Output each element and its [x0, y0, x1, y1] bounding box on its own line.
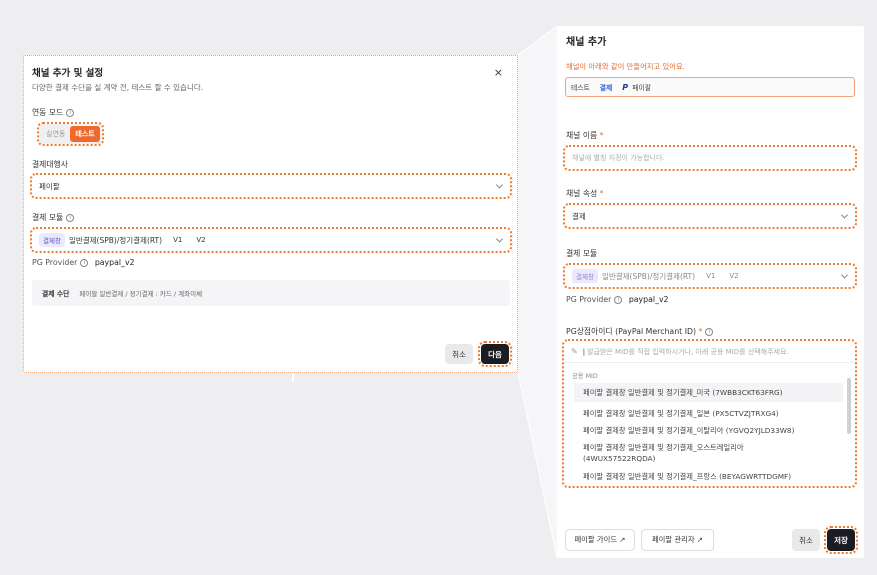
pg-provider: PG Provider i paypal_v2: [32, 258, 135, 267]
link-mode-toggle[interactable]: 실연동 테스트: [37, 122, 104, 146]
pencil-icon: ✎: [571, 347, 578, 356]
pg-provider: PG Provider i paypal_v2: [566, 295, 669, 304]
modal-subtitle: 다양한 결제 수단을 실 계약 전, 테스트 할 수 있습니다.: [32, 83, 204, 92]
channel-setup-modal: 채널 추가 및 설정 × 다양한 결제 수단을 실 계약 전, 테스트 할 수 …: [23, 55, 518, 373]
list-item[interactable]: 페이팔 결제창 일반결제 및 정기결제_프랑스 (BEYAGWRTTDGMF): [564, 471, 855, 482]
tab-test: 테스트: [571, 84, 590, 92]
close-icon[interactable]: ×: [494, 66, 503, 79]
modal-title: 채널 추가 및 설정: [32, 68, 104, 79]
scrollbar[interactable]: [847, 378, 851, 434]
chevron-down-icon: [840, 271, 849, 279]
info-icon: i: [66, 109, 75, 117]
tab-paypal: P 페이팔: [622, 83, 652, 92]
module-chip: 결제창: [572, 269, 598, 283]
channel-summary-tabs: 테스트 결제 P 페이팔: [565, 77, 855, 97]
channel-name-input[interactable]: 채널에 별칭 지정이 가능합니다.: [563, 145, 857, 171]
next-button[interactable]: 다음: [478, 341, 512, 367]
chevron-down-icon: [495, 181, 504, 189]
cancel-button[interactable]: 취소: [445, 344, 473, 364]
shared-mid-header: 공용 MID: [572, 373, 598, 380]
info-icon: i: [705, 328, 714, 336]
pg-label: 결제대행사: [32, 160, 68, 169]
link-mode-label: 연동 모드 i: [32, 107, 75, 118]
mode-live[interactable]: 실연동: [41, 126, 70, 142]
add-channel-panel: 채널 추가 채널이 아래와 같이 만들어지고 있어요. 테스트 결제 P 페이팔 …: [557, 26, 864, 558]
paypal-admin-button[interactable]: 페이팔 관리자 ↗: [641, 529, 714, 551]
payment-method-row: 결제 수단 페이팔 일반결제 / 정기결제 : 카드 / 계좌이체: [32, 280, 510, 306]
channel-attr-select[interactable]: 결제: [563, 203, 857, 229]
merchant-id-input[interactable]: ✎ | 발급받은 MID를 직접 입력하시거나, 아래 공용 MID를 선택해주…: [564, 341, 855, 363]
list-item[interactable]: 페이팔 결제창 일반결제 및 정기결제_미국 (7WBB3CKT63FRG): [574, 383, 843, 402]
info-icon: i: [66, 214, 75, 222]
pg-select[interactable]: 페이팔: [30, 173, 512, 199]
module-select[interactable]: 결제창 일반결제(SPB)/정기결제(RT) V1 V2: [563, 263, 857, 289]
list-item[interactable]: 페이팔 결제창 일반결제 및 정기결제_이탈리아 (YGVQ2YJLD33W8): [564, 425, 855, 436]
merchant-id-label: PG상점아이디 (PayPal Merchant ID) * i: [566, 326, 714, 337]
merchant-id-combobox: ✎ | 발급받은 MID를 직접 입력하시거나, 아래 공용 MID를 선택해주…: [562, 339, 857, 488]
save-button[interactable]: 저장: [824, 526, 858, 554]
panel-title: 채널 추가: [566, 37, 607, 48]
channel-attr-label: 채널 속성 *: [566, 189, 604, 198]
paypal-logo-icon: P: [622, 83, 629, 92]
mode-test[interactable]: 테스트: [70, 126, 100, 142]
module-chip: 결제창: [39, 233, 65, 247]
status-message: 채널이 아래와 같이 만들어지고 있어요.: [566, 62, 686, 71]
chevron-down-icon: [495, 235, 504, 243]
info-icon: i: [80, 259, 89, 267]
list-item[interactable]: 페이팔 결제창 일반결제 및 정기결제_일본 (PX5CTVZJTRXG4): [564, 408, 855, 419]
module-select[interactable]: 결제창 일반결제(SPB)/정기결제(RT) V1 V2: [30, 227, 512, 253]
cancel-button[interactable]: 취소: [792, 529, 820, 551]
module-label: 결제 모듈 i: [32, 212, 75, 223]
chevron-down-icon: [840, 211, 849, 219]
module-label: 결제 모듈: [566, 249, 598, 258]
list-item[interactable]: 페이팔 결제창 일반결제 및 정기결제_오스트레일리아 (4WUX57522RQ…: [564, 442, 855, 464]
paypal-guide-button[interactable]: 페이팔 가이드 ↗: [565, 529, 635, 551]
channel-name-label: 채널 이름 *: [566, 131, 604, 140]
info-icon: i: [614, 296, 623, 304]
tab-payment: 결제: [599, 84, 613, 92]
